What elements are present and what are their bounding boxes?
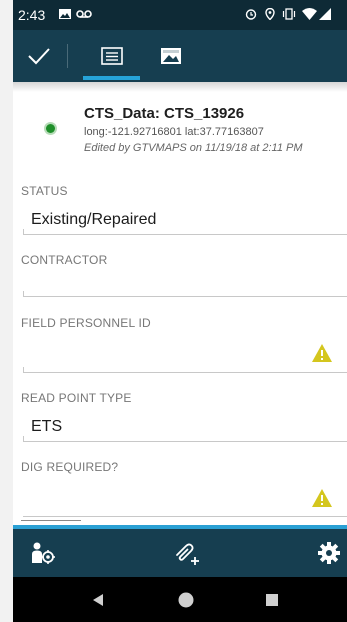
status-bar: 2:43	[13, 0, 347, 30]
status-field-tick	[23, 229, 24, 234]
attachment-add-icon	[176, 543, 199, 565]
home-icon	[178, 592, 194, 607]
tab-attributes[interactable]	[83, 30, 140, 82]
add-attachment-button[interactable]	[163, 529, 211, 577]
settings-button[interactable]	[305, 529, 347, 577]
toolbar-divider	[67, 44, 68, 68]
vibrate-icon	[282, 8, 296, 20]
personnel-id-field-tick	[23, 367, 24, 372]
system-nav-bar	[13, 577, 347, 622]
settings-icon	[318, 542, 340, 564]
dig-required-field[interactable]	[31, 488, 301, 510]
contractor-field-underline	[23, 296, 347, 297]
status-time: 2:43	[18, 7, 46, 23]
device-screen: 2:43 CTS_Data: CTS_13926 long:-121.92716…	[13, 0, 347, 622]
dig-required-field-underline	[23, 516, 347, 517]
save-button[interactable]	[19, 30, 59, 82]
read-point-type-field-underline	[23, 441, 347, 442]
feature-marker-icon	[46, 124, 55, 133]
feature-coordinates: long:-121.92716801 lat:37.77163807	[84, 126, 264, 138]
tab-media[interactable]	[146, 30, 196, 82]
recents-icon	[266, 593, 278, 606]
toolbar-shadow	[13, 82, 347, 92]
warning-icon	[312, 489, 332, 507]
status-field-underline	[23, 234, 347, 235]
feature-edited-info: Edited by GTVMAPS on 11/19/18 at 2:11 PM	[84, 142, 303, 154]
nav-home-button[interactable]	[156, 577, 216, 622]
status-field[interactable]: Existing/Repaired	[31, 211, 156, 229]
wifi-icon	[302, 8, 317, 20]
image-icon	[59, 9, 71, 19]
contractor-field[interactable]	[31, 274, 331, 296]
field-label-read-point-type: READ POINT TYPE	[21, 391, 132, 405]
check-icon	[28, 48, 50, 65]
alarm-icon	[245, 9, 257, 20]
top-toolbar	[13, 30, 347, 82]
scroll-indicator	[21, 520, 81, 521]
personnel-id-field[interactable]	[31, 344, 301, 366]
location-icon	[265, 8, 275, 20]
feature-title: CTS_Data: CTS_13926	[84, 105, 245, 122]
signal-icon	[319, 8, 331, 20]
field-label-personnel-id: FIELD PERSONNEL ID	[21, 316, 151, 330]
person-location-icon	[32, 542, 55, 564]
nav-back-button[interactable]	[68, 577, 128, 622]
voicemail-icon	[76, 10, 92, 18]
nav-recents-button[interactable]	[242, 577, 302, 622]
personnel-id-field-underline	[23, 372, 347, 373]
contractor-field-tick	[23, 291, 24, 296]
warning-icon	[312, 344, 332, 362]
read-point-type-field[interactable]: ETS	[31, 418, 62, 436]
tab-selected-indicator	[83, 76, 140, 80]
back-icon	[93, 593, 103, 606]
form-icon	[100, 47, 123, 65]
bottom-toolbar	[13, 529, 347, 577]
collect-location-button[interactable]	[18, 529, 66, 577]
read-point-type-field-tick	[23, 436, 24, 441]
field-label-dig-required: DIG REQUIRED?	[21, 460, 119, 474]
field-label-status: STATUS	[21, 184, 68, 198]
field-label-contractor: CONTRACTOR	[21, 253, 108, 267]
image-gallery-icon	[161, 48, 181, 64]
